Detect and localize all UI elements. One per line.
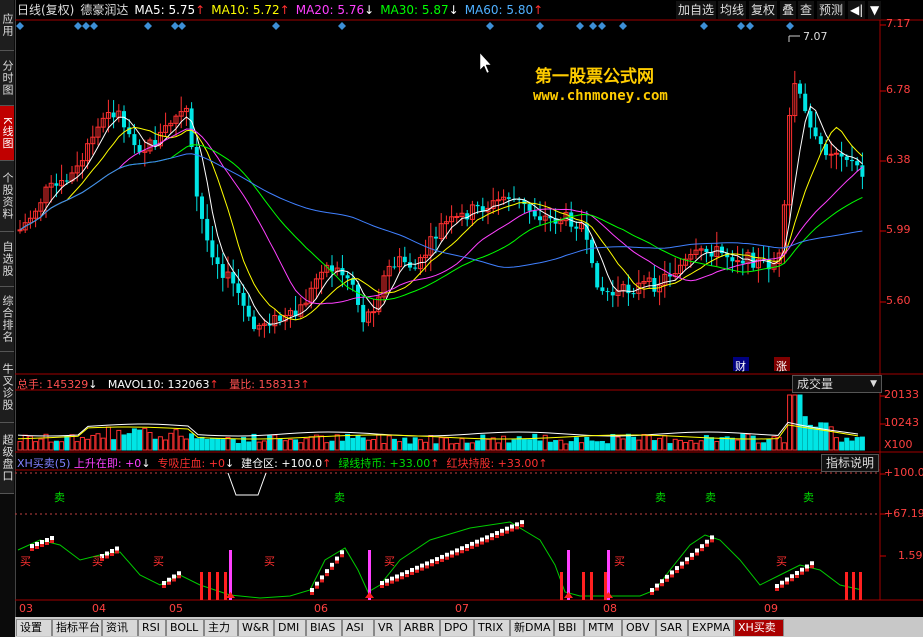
total-volume-arrow: ↓ [88,378,98,391]
chart-canvas [15,19,923,601]
buy-signal: 买 [614,555,625,568]
volume-ratio: 量比: 158313 [229,378,301,391]
price-axis-label: 6.38 [886,153,911,166]
tab-w-r[interactable]: W&R [238,619,274,636]
tab-新dma[interactable]: 新DMA [510,619,554,636]
volume-dropdown-label: 成交量 [797,377,834,391]
chevron-down-icon: ▼ [870,379,877,389]
tab-主力[interactable]: 主力 [204,619,238,636]
tab-trix[interactable]: TRIX [474,619,510,636]
red-arrow: ↑ [538,457,548,470]
sell-signal: 卖 [705,491,716,504]
tab-指标平台[interactable]: 指标平台 [52,619,102,636]
tab-expma[interactable]: EXPMA [688,619,734,636]
build-value: 建仓区: +100.0 [241,457,323,470]
buy-signal: 买 [264,555,275,568]
indicator-axis-label: +100.0 [884,466,923,479]
month-label: 05 [169,602,183,615]
watermark-url: www.chnmoney.com [533,88,668,104]
month-label: 08 [603,602,617,615]
red-hold-value: 红块持股: +33.00 [446,457,539,470]
tab-obv[interactable]: OBV [622,619,656,636]
tab-dpo[interactable]: DPO [440,619,474,636]
ratio-arrow: ↑ [300,378,310,391]
volume-axis-label: 20133 [884,388,919,401]
indicator-axis-label: +67.19 [884,507,923,520]
sell-signal: 卖 [334,491,345,504]
indicator-tab-bar: 设置 指标平台 资讯 RSI BOLL 主力 W&R DMI BIAS ASI VR ARBR DPO T… [15,617,923,637]
sell-signal: 卖 [803,491,814,504]
month-label: 07 [455,602,469,615]
buy-signal: 买 [776,555,787,568]
tab-mtm[interactable]: MTM [584,619,622,636]
green-arrow: ↑ [430,457,440,470]
indicator-axis-label: 1.59 [898,549,923,562]
tab-arbr[interactable]: ARBR [400,619,440,636]
mavol10-value: MAVOL10: 132063 [107,378,210,391]
mouse-cursor-icon [479,52,492,74]
absorb-arrow: ↓ [224,457,235,470]
candlesticks [17,70,865,338]
buy-signal: 买 [20,555,31,568]
month-label: 03 [19,602,33,615]
price-axis-label: 5.60 [886,294,911,307]
tab-资讯[interactable]: 资讯 [102,619,138,636]
price-axis-label: 5.99 [886,223,911,236]
tab-boll[interactable]: BOLL [166,619,204,636]
tab-rsi[interactable]: RSI [138,619,166,636]
indicator-explain-button[interactable]: 指标说明 [821,454,880,472]
rise-arrow: ↓ [141,457,151,470]
sell-signal: 卖 [655,491,666,504]
green-hold-value: 绿线持币: +33.00 [338,457,431,470]
month-label: 04 [92,602,106,615]
volume-info: 总手: 145329↓ MAVOL10: 132063↑ 量比: 158313↑ [17,376,310,392]
finance-badge[interactable]: 财 [735,358,746,374]
month-label: 06 [314,602,328,615]
build-arrow: ↑ [322,457,332,470]
total-volume: 总手: 145329 [17,378,89,391]
tab-bbi[interactable]: BBI [554,619,584,636]
price-axis-label: 6.78 [886,83,911,96]
price-axis-label: 7.17 [886,17,911,30]
tab-dmi[interactable]: DMI [274,619,306,636]
buy-signal: 买 [92,555,103,568]
volume-bars [17,394,865,451]
volume-axis-label: X100 [884,438,913,451]
tab-设置[interactable]: 设置 [16,619,52,636]
tab-vr[interactable]: VR [374,619,400,636]
month-label: 09 [764,602,778,615]
volume-axis-label: 10243 [884,416,919,429]
signal-markers [16,22,794,30]
indicator-plot [17,472,863,600]
buy-signal: 买 [384,555,395,568]
sell-signal: 卖 [54,491,65,504]
volume-indicator-dropdown[interactable]: 成交量 ▼ [792,375,882,393]
tab-xh买卖[interactable]: XH买卖 [734,619,784,636]
tab-sar[interactable]: SAR [656,619,688,636]
watermark-title: 第一股票公式网 [535,67,654,87]
indicator-name[interactable]: XH买卖(5) [17,457,70,470]
mavol-arrow: ↑ [209,378,219,391]
high-price-label: 7.07 [803,30,828,43]
limit-up-badge[interactable]: 涨 [776,358,787,374]
tab-bias[interactable]: BIAS [306,619,342,636]
buy-signal: 买 [153,555,164,568]
rise-value: 上升在即: +0 [73,457,142,470]
indicator-info: XH买卖(5) 上升在即: +0↓ 专吸庄血: +0↓ 建仓区: +100.0↑… [17,455,548,471]
absorb-value: 专吸庄血: +0 [157,457,225,470]
tab-asi[interactable]: ASI [342,619,374,636]
